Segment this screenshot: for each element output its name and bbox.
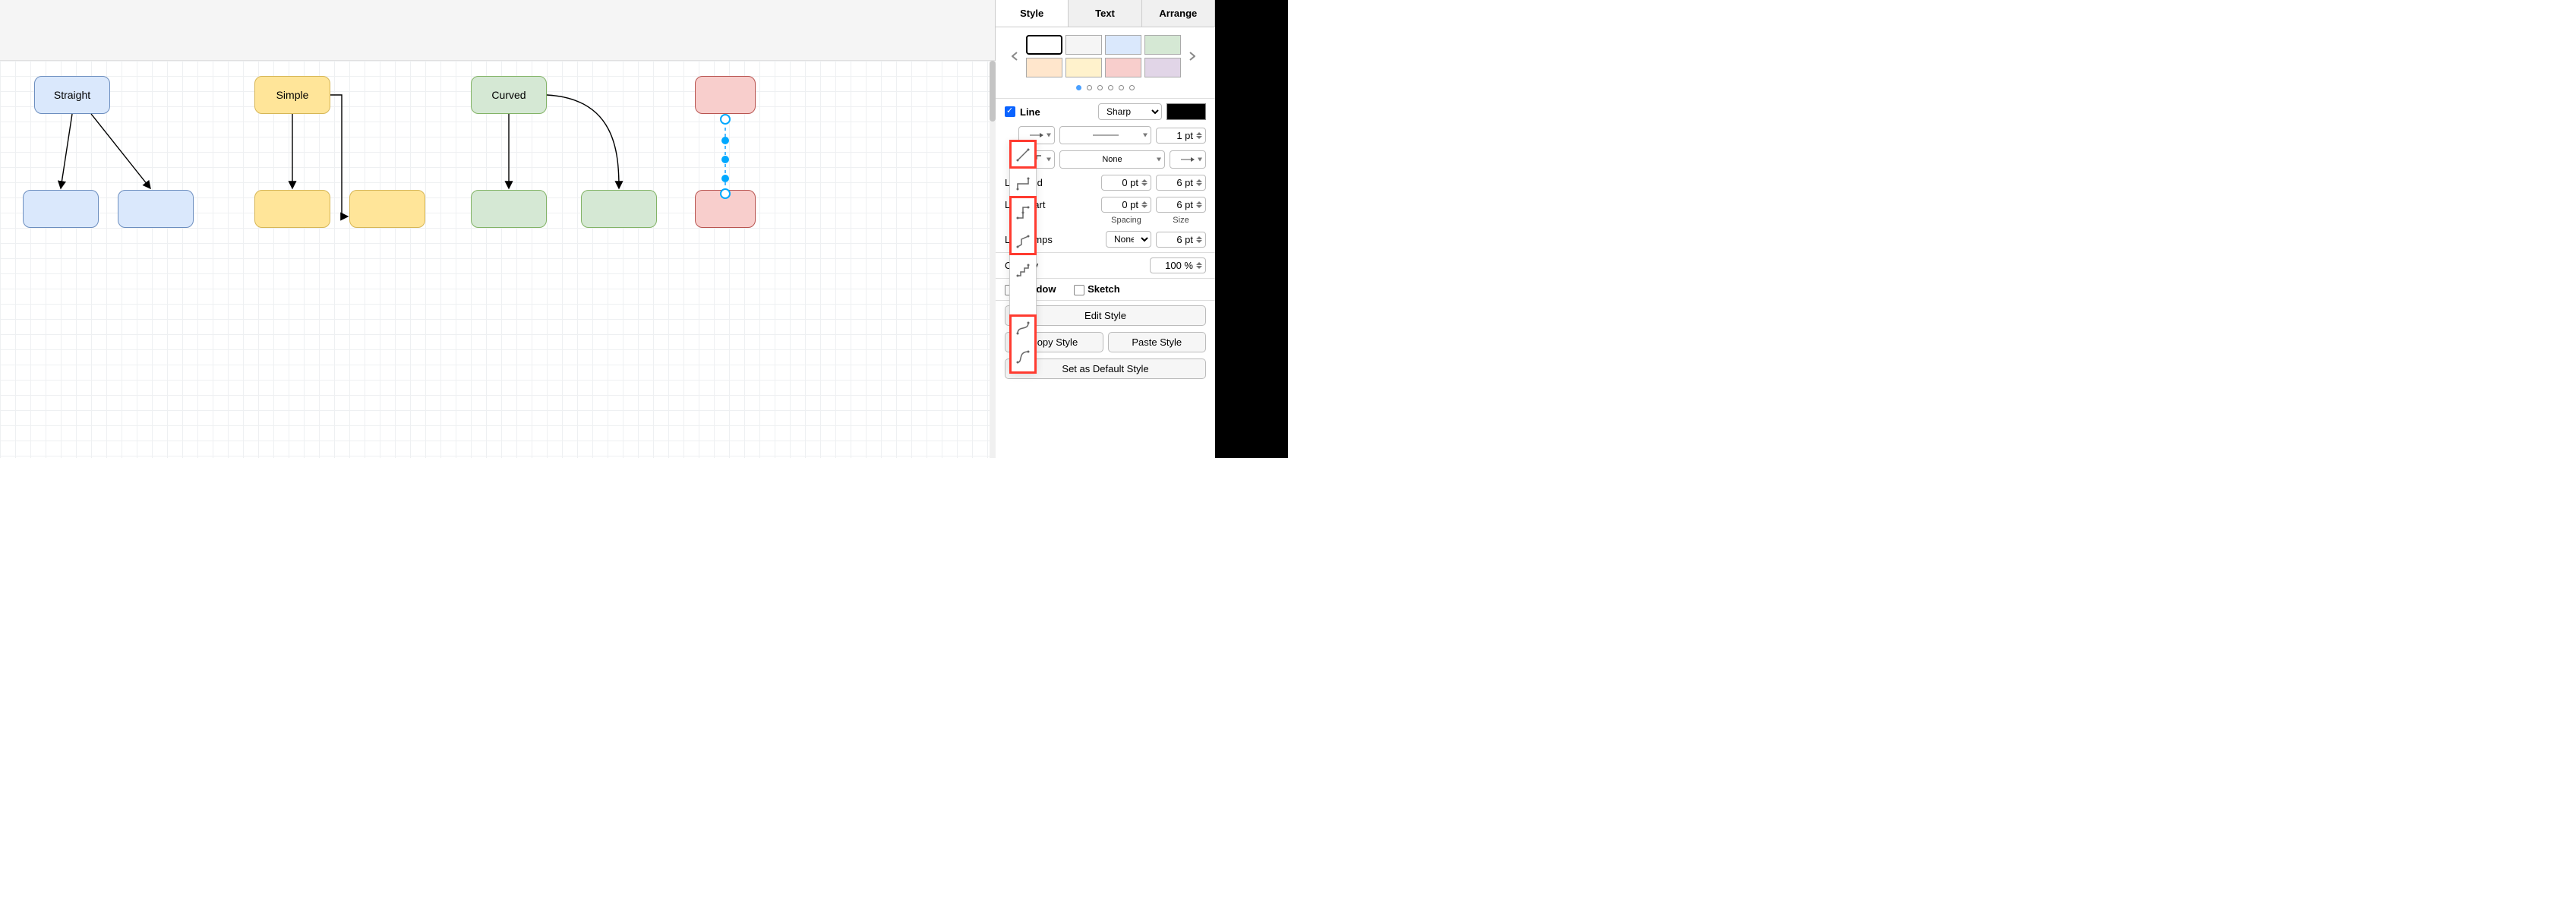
shape-straight-top[interactable]: Straight bbox=[34, 76, 110, 114]
shape-curved-top[interactable]: Curved bbox=[471, 76, 547, 114]
connector-option-entity[interactable] bbox=[1010, 343, 1036, 371]
app-frame: Straight Simple Curved bbox=[0, 0, 1288, 458]
paste-style-button[interactable]: Paste Style bbox=[1108, 332, 1207, 352]
swatch[interactable] bbox=[1065, 35, 1102, 55]
arrow-layer bbox=[0, 61, 995, 458]
waypoint-handle[interactable] bbox=[721, 137, 729, 144]
shape-label: Simple bbox=[276, 89, 309, 101]
shape-label: Curved bbox=[491, 89, 526, 101]
swatch[interactable] bbox=[1105, 58, 1141, 77]
line-label: Line bbox=[1020, 106, 1040, 118]
line-end-size[interactable]: 6 pt bbox=[1156, 175, 1206, 191]
scrollbar[interactable] bbox=[990, 61, 996, 458]
waypoint-handle[interactable] bbox=[721, 175, 729, 182]
color-presets bbox=[996, 27, 1215, 85]
shape-curved-b2[interactable] bbox=[581, 190, 657, 228]
swatch[interactable] bbox=[1065, 58, 1102, 77]
tab-style[interactable]: Style bbox=[996, 0, 1069, 27]
line-color[interactable] bbox=[1166, 103, 1206, 120]
connector-option-isometric[interactable] bbox=[1010, 227, 1036, 256]
shape-simple-b1[interactable] bbox=[254, 190, 330, 228]
format-panel: Style Text Arrange Line bbox=[995, 0, 1215, 458]
shape-straight-b2[interactable] bbox=[118, 190, 194, 228]
opacity-input[interactable]: 100 % bbox=[1150, 257, 1206, 273]
shape-red-top[interactable] bbox=[695, 76, 756, 114]
line-start-size[interactable]: 6 pt bbox=[1156, 197, 1206, 213]
waypoint-handle[interactable] bbox=[721, 156, 729, 163]
shape-simple-top[interactable]: Simple bbox=[254, 76, 330, 114]
connector-type-select[interactable]: None bbox=[1059, 150, 1165, 169]
palette-pager[interactable] bbox=[996, 85, 1215, 96]
shape-simple-b2[interactable] bbox=[349, 190, 425, 228]
canvas-area: Straight Simple Curved bbox=[0, 0, 995, 458]
swatch[interactable] bbox=[1105, 35, 1141, 55]
line-jumps-select[interactable]: None bbox=[1106, 231, 1151, 248]
line-jumps-size[interactable]: 6 pt bbox=[1156, 232, 1206, 248]
connector-option-stepped[interactable] bbox=[1010, 256, 1036, 285]
endpoint-handle[interactable] bbox=[720, 188, 731, 199]
connector-option-straight[interactable] bbox=[1010, 141, 1036, 169]
line-stroke-select[interactable] bbox=[1059, 126, 1151, 144]
line-start-arrow-select[interactable] bbox=[1170, 150, 1206, 169]
window-edge bbox=[1215, 0, 1288, 458]
connector-option-unknown[interactable] bbox=[1010, 285, 1036, 314]
swatch[interactable] bbox=[1144, 58, 1181, 77]
swatch[interactable] bbox=[1026, 58, 1062, 77]
line-style-select[interactable]: Sharp bbox=[1098, 103, 1162, 120]
sketch-checkbox[interactable] bbox=[1074, 285, 1084, 295]
line-end-spacing[interactable]: 0 pt bbox=[1101, 175, 1151, 191]
shape-label: Straight bbox=[54, 89, 90, 101]
diagram-canvas[interactable]: Straight Simple Curved bbox=[0, 61, 995, 458]
connector-option-ortho-simple[interactable] bbox=[1010, 169, 1036, 198]
spacing-header: Spacing bbox=[1101, 216, 1151, 225]
swatch[interactable] bbox=[1026, 35, 1062, 55]
connector-option-orthogonal[interactable] bbox=[1010, 198, 1036, 227]
endpoint-handle[interactable] bbox=[720, 114, 731, 125]
line-checkbox[interactable] bbox=[1005, 106, 1015, 117]
palette-next[interactable] bbox=[1185, 44, 1199, 68]
tab-arrange[interactable]: Arrange bbox=[1142, 0, 1215, 27]
top-toolbar bbox=[0, 0, 995, 61]
panel-tabs: Style Text Arrange bbox=[996, 0, 1215, 27]
connector-option-curved[interactable] bbox=[1010, 314, 1036, 343]
palette-prev[interactable] bbox=[1008, 44, 1021, 68]
shape-straight-b1[interactable] bbox=[23, 190, 99, 228]
size-header: Size bbox=[1156, 216, 1206, 225]
shape-curved-b1[interactable] bbox=[471, 190, 547, 228]
tab-text[interactable]: Text bbox=[1069, 0, 1141, 27]
swatch[interactable] bbox=[1144, 35, 1181, 55]
scrollbar-thumb[interactable] bbox=[990, 61, 996, 122]
line-width-input[interactable]: 1 pt bbox=[1156, 128, 1206, 144]
sketch-label: Sketch bbox=[1088, 283, 1120, 295]
line-start-spacing[interactable]: 0 pt bbox=[1101, 197, 1151, 213]
connector-style-popover bbox=[1009, 140, 1037, 372]
